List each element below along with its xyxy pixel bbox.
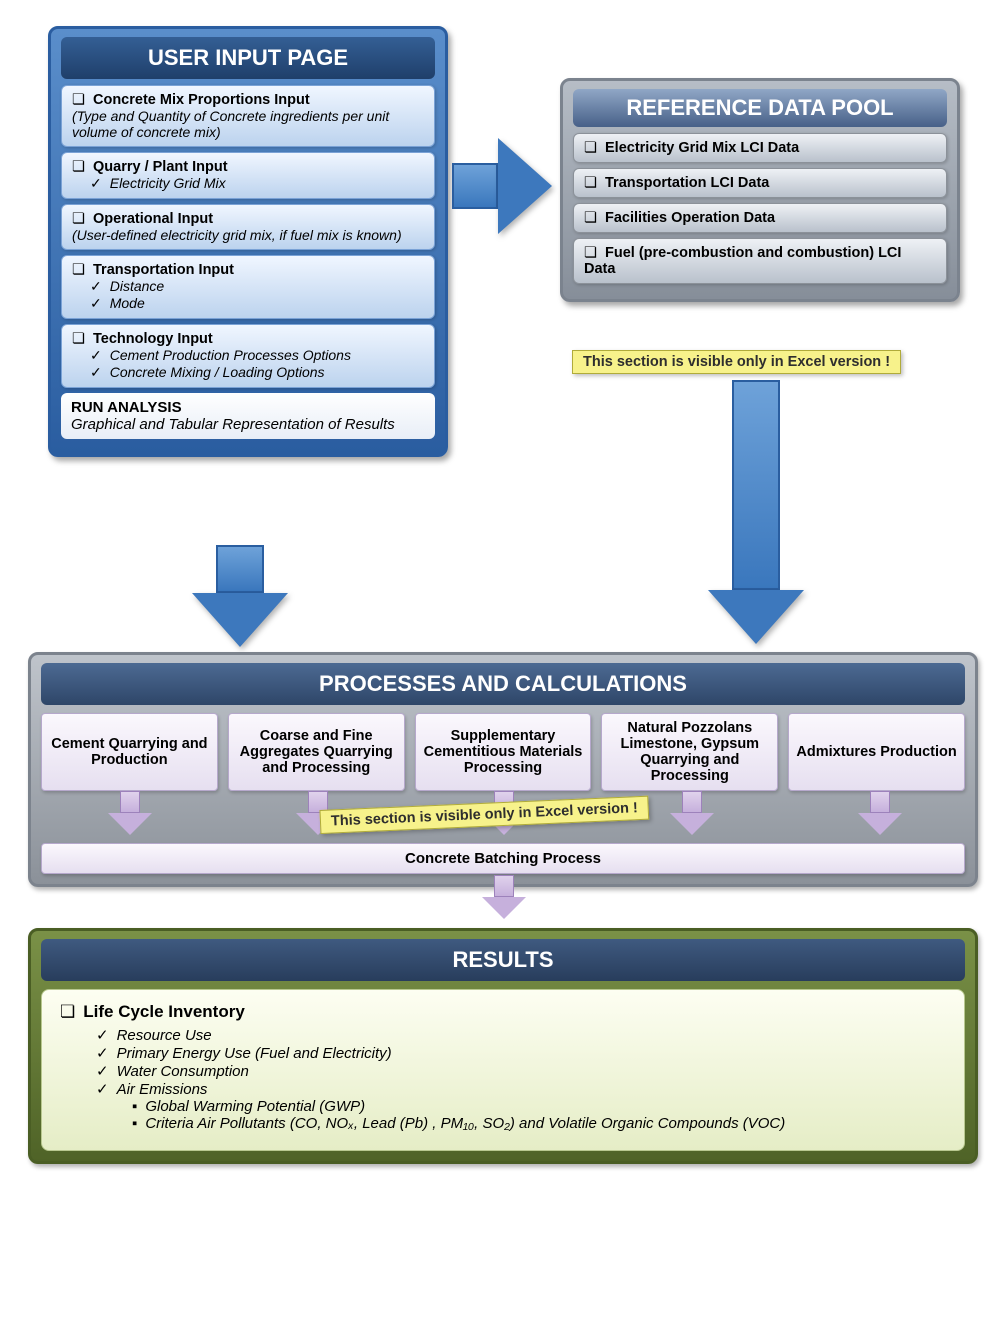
input-item-technology: Technology Input Cement Production Proce… (61, 324, 435, 388)
proc-batching: Concrete Batching Process (41, 843, 965, 874)
item-title: Operational Input (72, 211, 424, 227)
small-arrow-down-icon (670, 791, 714, 835)
run-label: RUN ANALYSIS (71, 399, 425, 416)
run-analysis: RUN ANALYSIS Graphical and Tabular Repre… (61, 393, 435, 439)
excel-note-1: This section is visible only in Excel ve… (572, 350, 901, 374)
reference-panel: REFERENCE DATA POOL Electricity Grid Mix… (560, 78, 960, 302)
results-sub: Air Emissions (60, 1080, 946, 1098)
input-item-operational: Operational Input (User-defined electric… (61, 204, 435, 250)
results-body: Life Cycle Inventory Resource Use Primar… (41, 989, 965, 1151)
results-panel: RESULTS Life Cycle Inventory Resource Us… (28, 928, 978, 1164)
proc-pozzolans: Natural Pozzolans Limestone, Gypsum Quar… (601, 713, 778, 791)
results-sub: Water Consumption (60, 1062, 946, 1080)
ref-item-transportation: Transportation LCI Data (573, 168, 947, 198)
item-title: Transportation Input (72, 262, 424, 278)
ref-item-fuel: Fuel (pre-combustion and combustion) LCI… (573, 238, 947, 284)
proc-scm: Supplementary Cementitious Materials Pro… (415, 713, 592, 791)
arrow-right-icon (452, 138, 552, 234)
reference-title: REFERENCE DATA POOL (573, 89, 947, 127)
item-sub: Electricity Grid Mix (72, 175, 424, 192)
proc-cement: Cement Quarrying and Production (41, 713, 218, 791)
diagram-canvas: USER INPUT PAGE Concrete Mix Proportions… (20, 20, 988, 1324)
results-sub: Primary Energy Use (Fuel and Electricity… (60, 1044, 946, 1062)
results-sub2: Criteria Air Pollutants (CO, NOₓ, Lead (… (60, 1115, 946, 1132)
user-input-title: USER INPUT PAGE (61, 37, 435, 79)
results-sub2: Global Warming Potential (GWP) (60, 1098, 946, 1115)
processes-panel: PROCESSES AND CALCULATIONS Cement Quarry… (28, 652, 978, 887)
item-desc: (User-defined electricity grid mix, if f… (72, 227, 424, 243)
arrow-down-icon (708, 380, 804, 644)
arrow-down-icon (192, 545, 288, 647)
item-sub: Distance (72, 278, 424, 295)
small-arrow-down-icon (108, 791, 152, 835)
run-desc: Graphical and Tabular Representation of … (71, 416, 425, 433)
ref-item-facilities: Facilities Operation Data (573, 203, 947, 233)
item-title: Concrete Mix Proportions Input (72, 92, 424, 108)
process-row: Cement Quarrying and Production Coarse a… (41, 713, 965, 791)
proc-admixtures: Admixtures Production (788, 713, 965, 791)
item-sub: Cement Production Processes Options (72, 347, 424, 364)
user-input-panel: USER INPUT PAGE Concrete Mix Proportions… (48, 26, 448, 457)
results-sub: Resource Use (60, 1026, 946, 1044)
results-heading: Life Cycle Inventory (60, 1002, 946, 1022)
input-item-quarry-plant: Quarry / Plant Input Electricity Grid Mi… (61, 152, 435, 199)
small-arrow-down-icon (858, 791, 902, 835)
item-desc: (Type and Quantity of Concrete ingredien… (72, 108, 424, 140)
item-title: Technology Input (72, 331, 424, 347)
results-title: RESULTS (41, 939, 965, 981)
input-item-concrete-mix: Concrete Mix Proportions Input (Type and… (61, 85, 435, 147)
small-arrow-down-icon (482, 875, 526, 919)
input-item-transportation: Transportation Input Distance Mode (61, 255, 435, 319)
item-sub: Mode (72, 295, 424, 312)
ref-item-electricity: Electricity Grid Mix LCI Data (573, 133, 947, 163)
processes-title: PROCESSES AND CALCULATIONS (41, 663, 965, 705)
proc-aggregates: Coarse and Fine Aggregates Quarrying and… (228, 713, 405, 791)
item-sub: Concrete Mixing / Loading Options (72, 364, 424, 381)
item-title: Quarry / Plant Input (72, 159, 424, 175)
